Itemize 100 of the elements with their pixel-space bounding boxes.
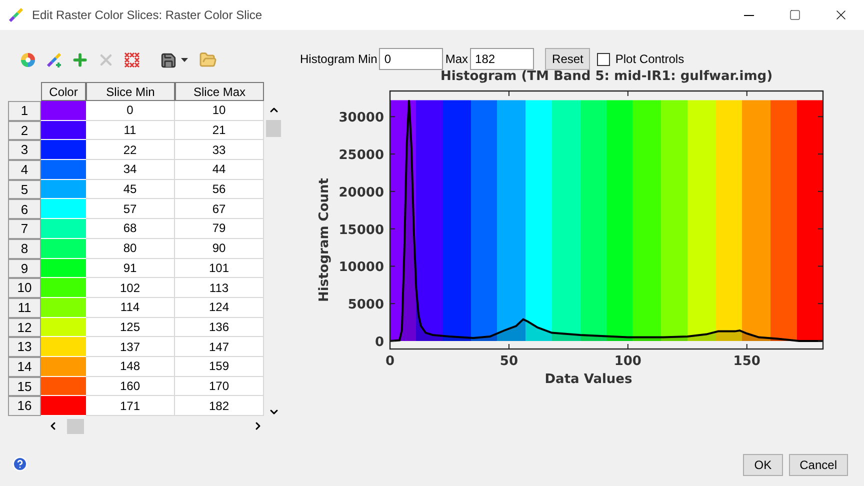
x-axis-label: Data Values [544, 372, 632, 386]
color-swatch[interactable] [41, 278, 86, 298]
cancel-button[interactable]: Cancel [788, 454, 848, 476]
table-cell: 80 [86, 238, 175, 258]
color-swatch[interactable] [41, 120, 86, 140]
table-cell: 147 [175, 337, 264, 357]
row-header[interactable]: 1 [8, 101, 41, 121]
histogram-min-label: Histogram Min [300, 51, 378, 68]
table-cell: 34 [86, 160, 175, 180]
table-cell: 101 [175, 258, 264, 278]
row-header[interactable]: 6 [8, 199, 41, 220]
x-tick-label: 150 [733, 354, 760, 369]
window-title: Edit Raster Color Slices: Raster Color Slice [32, 7, 262, 24]
histogram-max-field[interactable]: 182 [470, 48, 534, 70]
plot-controls-label: Plot Controls [615, 51, 684, 68]
color-ramp-button[interactable] [44, 50, 64, 70]
row-header[interactable]: 15 [8, 376, 41, 396]
minimize-icon [744, 14, 754, 16]
color-swatch[interactable] [41, 318, 86, 338]
color-swatch[interactable] [41, 258, 86, 278]
y-tick-label: 5000 [348, 298, 384, 313]
table-cell: 136 [175, 318, 264, 338]
table-cell: 113 [175, 278, 264, 298]
table-cell: 182 [175, 396, 264, 416]
row-header[interactable]: 4 [8, 160, 41, 180]
color-swatch[interactable] [41, 180, 86, 200]
table-cell: 22 [86, 140, 175, 160]
row-header[interactable]: 3 [8, 140, 41, 160]
y-tick-label: 25000 [338, 148, 384, 164]
table-cell: 21 [175, 120, 264, 140]
histogram-min-field[interactable]: 0 [379, 48, 444, 70]
table-cell: 125 [86, 318, 175, 338]
column-header[interactable]: Slice Min [86, 82, 175, 101]
x-tick-label: 100 [614, 354, 642, 369]
table-cell: 148 [86, 356, 175, 377]
row-header[interactable]: 10 [8, 278, 41, 298]
y-tick-label: 10000 [338, 260, 384, 276]
app-icon [8, 7, 24, 23]
table-cell: 11 [86, 120, 175, 140]
table-cell: 79 [175, 219, 264, 239]
x-tick-label: 0 [385, 354, 395, 369]
table-cell: 170 [175, 376, 264, 396]
color-swatch[interactable] [41, 376, 86, 396]
row-header[interactable]: 9 [8, 258, 41, 278]
table-cell: 91 [86, 258, 175, 278]
row-header[interactable]: 7 [8, 219, 41, 239]
color-swatch[interactable] [41, 337, 86, 357]
horizontal-scroll-thumb[interactable] [67, 418, 84, 434]
row-header[interactable]: 5 [8, 180, 41, 200]
y-axis-label: Histogram Count [317, 178, 332, 302]
maximize-icon [789, 9, 801, 21]
row-header[interactable]: 13 [8, 337, 41, 357]
table-cell: 45 [86, 180, 175, 200]
row-header[interactable]: 11 [8, 298, 41, 318]
row-header[interactable]: 14 [8, 356, 41, 377]
row-header[interactable]: 12 [8, 318, 41, 338]
vertical-scroll-thumb[interactable] [266, 120, 281, 137]
ok-button[interactable]: OK [743, 454, 783, 476]
table-cell: 90 [175, 238, 264, 258]
histogram-max-label: Max [445, 51, 468, 68]
row-header[interactable]: 16 [8, 396, 41, 416]
color-swatch[interactable] [41, 199, 86, 220]
table-cell: 56 [175, 180, 264, 200]
help-icon[interactable] [12, 456, 28, 472]
color-swatch[interactable] [41, 396, 86, 416]
color-swatch[interactable] [41, 101, 86, 121]
table-cell: 33 [175, 140, 264, 160]
column-header[interactable]: Color [41, 82, 86, 101]
table-cell: 67 [175, 199, 264, 220]
table-cell: 10 [175, 101, 264, 121]
row-header[interactable]: 8 [8, 238, 41, 258]
color-wheel-button[interactable] [18, 50, 38, 70]
reset-button[interactable]: Reset [545, 48, 590, 70]
row-header[interactable]: 2 [8, 120, 41, 140]
column-header[interactable]: Slice Max [175, 82, 264, 101]
table-cell: 102 [86, 278, 175, 298]
y-tick-label: 15000 [338, 222, 384, 238]
table-cell: 124 [175, 298, 264, 318]
table-cell: 57 [86, 199, 175, 220]
table-cell: 171 [86, 396, 175, 416]
x-tick-label: 50 [500, 354, 518, 369]
color-swatch[interactable] [41, 238, 86, 258]
color-swatch[interactable] [41, 298, 86, 318]
table-cell: 159 [175, 356, 264, 377]
color-swatch[interactable] [41, 160, 86, 180]
chart-title: Histogram (TM Band 5: mid-IR1: gulfwar.img) [440, 69, 773, 84]
clear-all-button[interactable] [122, 50, 142, 70]
table-cell: 0 [86, 101, 175, 121]
table-cell: 68 [86, 219, 175, 239]
color-swatch[interactable] [41, 219, 86, 239]
caret-icon [181, 58, 188, 62]
table-cell: 160 [86, 376, 175, 396]
y-tick-label: 0 [374, 335, 384, 350]
y-tick-label: 20000 [338, 185, 384, 200]
color-swatch[interactable] [41, 356, 86, 377]
table-cell: 114 [86, 298, 175, 318]
table-cell: 137 [86, 337, 175, 357]
color-swatch[interactable] [41, 140, 86, 160]
plot-controls-checkbox[interactable] [597, 52, 610, 66]
y-tick-label: 30000 [338, 110, 384, 126]
